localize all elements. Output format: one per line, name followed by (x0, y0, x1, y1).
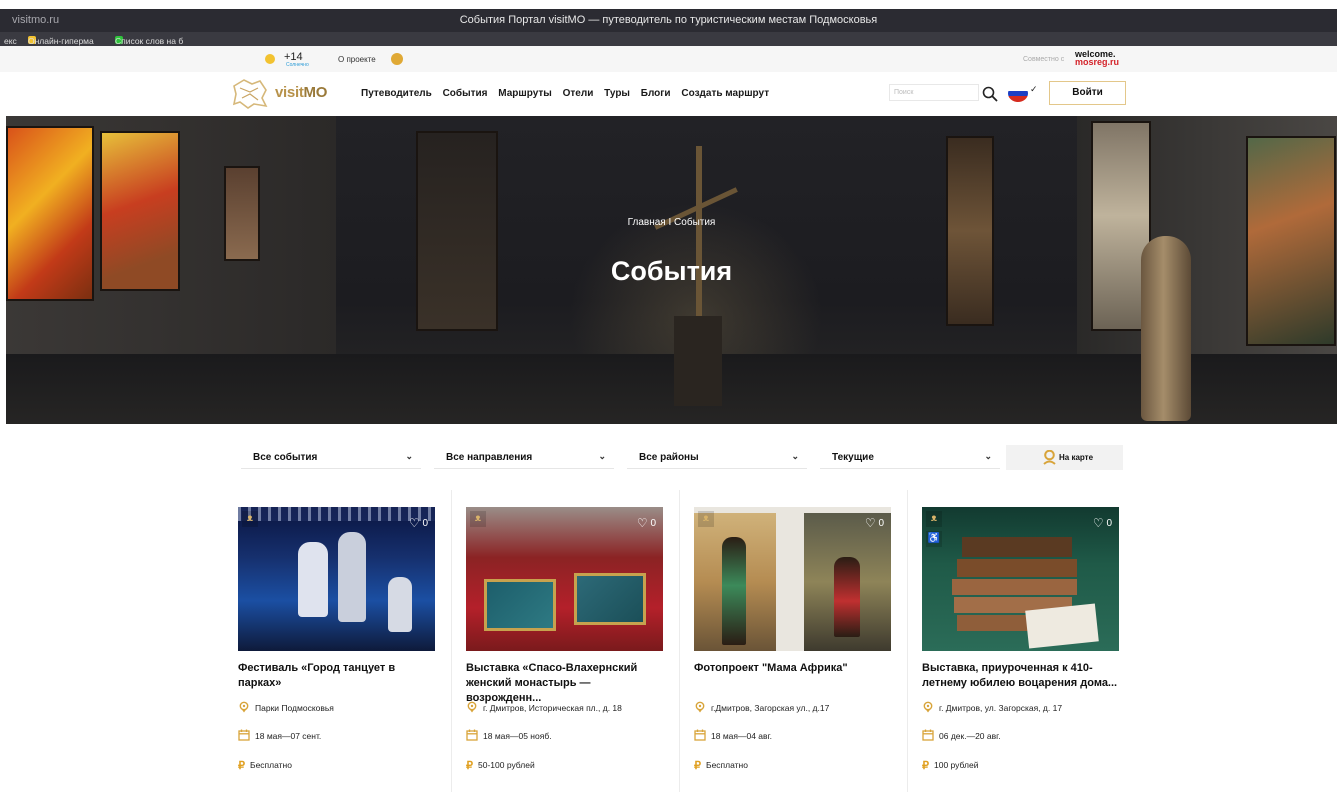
login-button[interactable]: Войти (1049, 81, 1126, 105)
like-button[interactable]: ♡ 0 (1093, 516, 1112, 530)
partner-label: Совместно с (1023, 56, 1065, 63)
filter-period[interactable]: Текущие ⌄ (820, 449, 1000, 469)
logo-icon[interactable] (230, 76, 270, 110)
logo-text[interactable]: visitMO (275, 84, 327, 101)
bookmarks-bar: екс Онлайн-гиперма Список слов на б (0, 32, 1337, 46)
ruble-icon: ₽ (922, 760, 929, 772)
family-icon: ᴥ (470, 511, 486, 527)
like-button[interactable]: ♡ 0 (865, 516, 884, 530)
event-price: ₽ Бесплатно (238, 760, 292, 772)
filter-direction[interactable]: Все направления ⌄ (434, 449, 614, 469)
nav-routes[interactable]: Маршруты (498, 88, 552, 99)
calendar-icon (922, 729, 934, 741)
nav-create-route[interactable]: Создать маршрут (681, 88, 769, 99)
browser-titlebar: visitmo.ru События Портал visitMO — путе… (0, 9, 1337, 32)
like-button[interactable]: ♡ 0 (409, 516, 428, 530)
pedestal (674, 316, 722, 406)
event-image[interactable] (238, 507, 435, 651)
window-title: События Портал visitMO — путеводитель по… (459, 14, 878, 26)
filter-event-type[interactable]: Все события ⌄ (241, 449, 421, 469)
event-price: ₽100 рублей (922, 760, 979, 772)
event-image[interactable] (466, 507, 663, 651)
ruble-icon: ₽ (238, 760, 245, 772)
event-title[interactable]: Фотопроект "Мама Африка" (694, 661, 894, 676)
family-icon: ᴥ (698, 511, 714, 527)
painting (946, 136, 994, 326)
event-location: г.Дмитров, Загорская ул., д.17 (694, 701, 829, 713)
event-title[interactable]: Выставка, приуроченная к 410-летнему юби… (922, 661, 1122, 691)
heart-icon: ♡ (864, 516, 876, 530)
event-dates: 06 дек.—20 авг. (922, 729, 1001, 741)
nav-hotels[interactable]: Отели (563, 88, 594, 99)
info-bar: +14 Солнечно О проекте Совместно с welco… (0, 46, 1337, 72)
family-icon: ᴥ (242, 511, 258, 527)
like-button[interactable]: ♡ 0 (637, 516, 656, 530)
event-location: Парки Подмосковья (238, 701, 334, 713)
heart-icon: ♡ (1092, 516, 1104, 530)
accessibility-icon: ♿ (926, 531, 942, 547)
heart-icon: ♡ (636, 516, 648, 530)
painting (224, 166, 260, 261)
chevron-down-icon: ⌄ (791, 451, 799, 461)
breadcrumb[interactable]: Главная I События (6, 217, 1337, 228)
event-price: ₽50-100 рублей (466, 760, 535, 772)
heart-icon: ♡ (408, 516, 420, 530)
divider (451, 490, 452, 792)
divider (907, 490, 908, 792)
divider (679, 490, 680, 792)
event-title[interactable]: Фестиваль «Город танцует в парках» (238, 661, 438, 691)
sculpture (696, 146, 702, 321)
nav-blogs[interactable]: Блоги (641, 88, 671, 99)
event-image[interactable] (922, 507, 1119, 651)
map-button[interactable]: На карте (1006, 445, 1123, 470)
event-image[interactable] (694, 507, 891, 651)
location-pin-icon (695, 701, 705, 713)
event-title[interactable]: Выставка «Спасо-Влахернский женский мона… (466, 661, 666, 706)
ruble-icon: ₽ (466, 760, 473, 772)
filter-district[interactable]: Все районы ⌄ (627, 449, 807, 469)
sun-icon (265, 54, 275, 64)
family-icon: ᴥ (926, 511, 942, 527)
chevron-down-icon: ⌄ (984, 451, 992, 461)
chevron-down-icon: ⌄ (598, 451, 606, 461)
calendar-icon (466, 729, 478, 741)
page-title: События (610, 256, 733, 286)
chevron-down-icon: ⌄ (405, 451, 413, 461)
location-pin-icon (239, 701, 249, 713)
hero-image (6, 354, 1337, 424)
nav-events[interactable]: События (443, 88, 488, 99)
event-price: ₽ Бесплатно (694, 760, 748, 772)
about-link[interactable]: О проекте (338, 55, 376, 64)
weather-note: Солнечно (286, 62, 309, 68)
calendar-icon (238, 729, 250, 741)
location-pin-icon (467, 701, 477, 713)
chevron-down-icon[interactable] (391, 53, 403, 65)
event-dates: 18 мая—04 авг. (694, 729, 772, 741)
calendar-icon (694, 729, 706, 741)
painting (1246, 136, 1336, 346)
location-pin-icon (923, 701, 933, 713)
nav-tours[interactable]: Туры (604, 88, 630, 99)
event-location: г. Дмитров, Историческая пл., д. 18 (466, 701, 622, 713)
event-dates: 18 мая—07 сент. (238, 729, 321, 741)
ruble-icon: ₽ (694, 760, 701, 772)
chevron-down-icon[interactable]: ✓ (1030, 84, 1038, 95)
welcome-mosreg-logo[interactable]: welcome. mosreg.ru (1075, 50, 1119, 67)
event-location: г. Дмитров, ул. Загорская, д. 17 (922, 701, 1062, 713)
search-icon[interactable] (982, 86, 998, 102)
map-pin-icon (1043, 450, 1056, 465)
nav-guide[interactable]: Путеводитель (361, 88, 432, 99)
painting (416, 131, 498, 331)
event-dates: 18 мая—05 нояб. (466, 729, 552, 741)
russian-flag-icon[interactable] (1008, 85, 1028, 102)
search-input[interactable]: Поиск (889, 84, 979, 101)
site-header: visitMO Путеводитель События Маршруты От… (0, 72, 1337, 116)
main-nav: Путеводитель События Маршруты Отели Туры… (361, 88, 777, 99)
hero-banner: Главная I События События (6, 116, 1337, 424)
